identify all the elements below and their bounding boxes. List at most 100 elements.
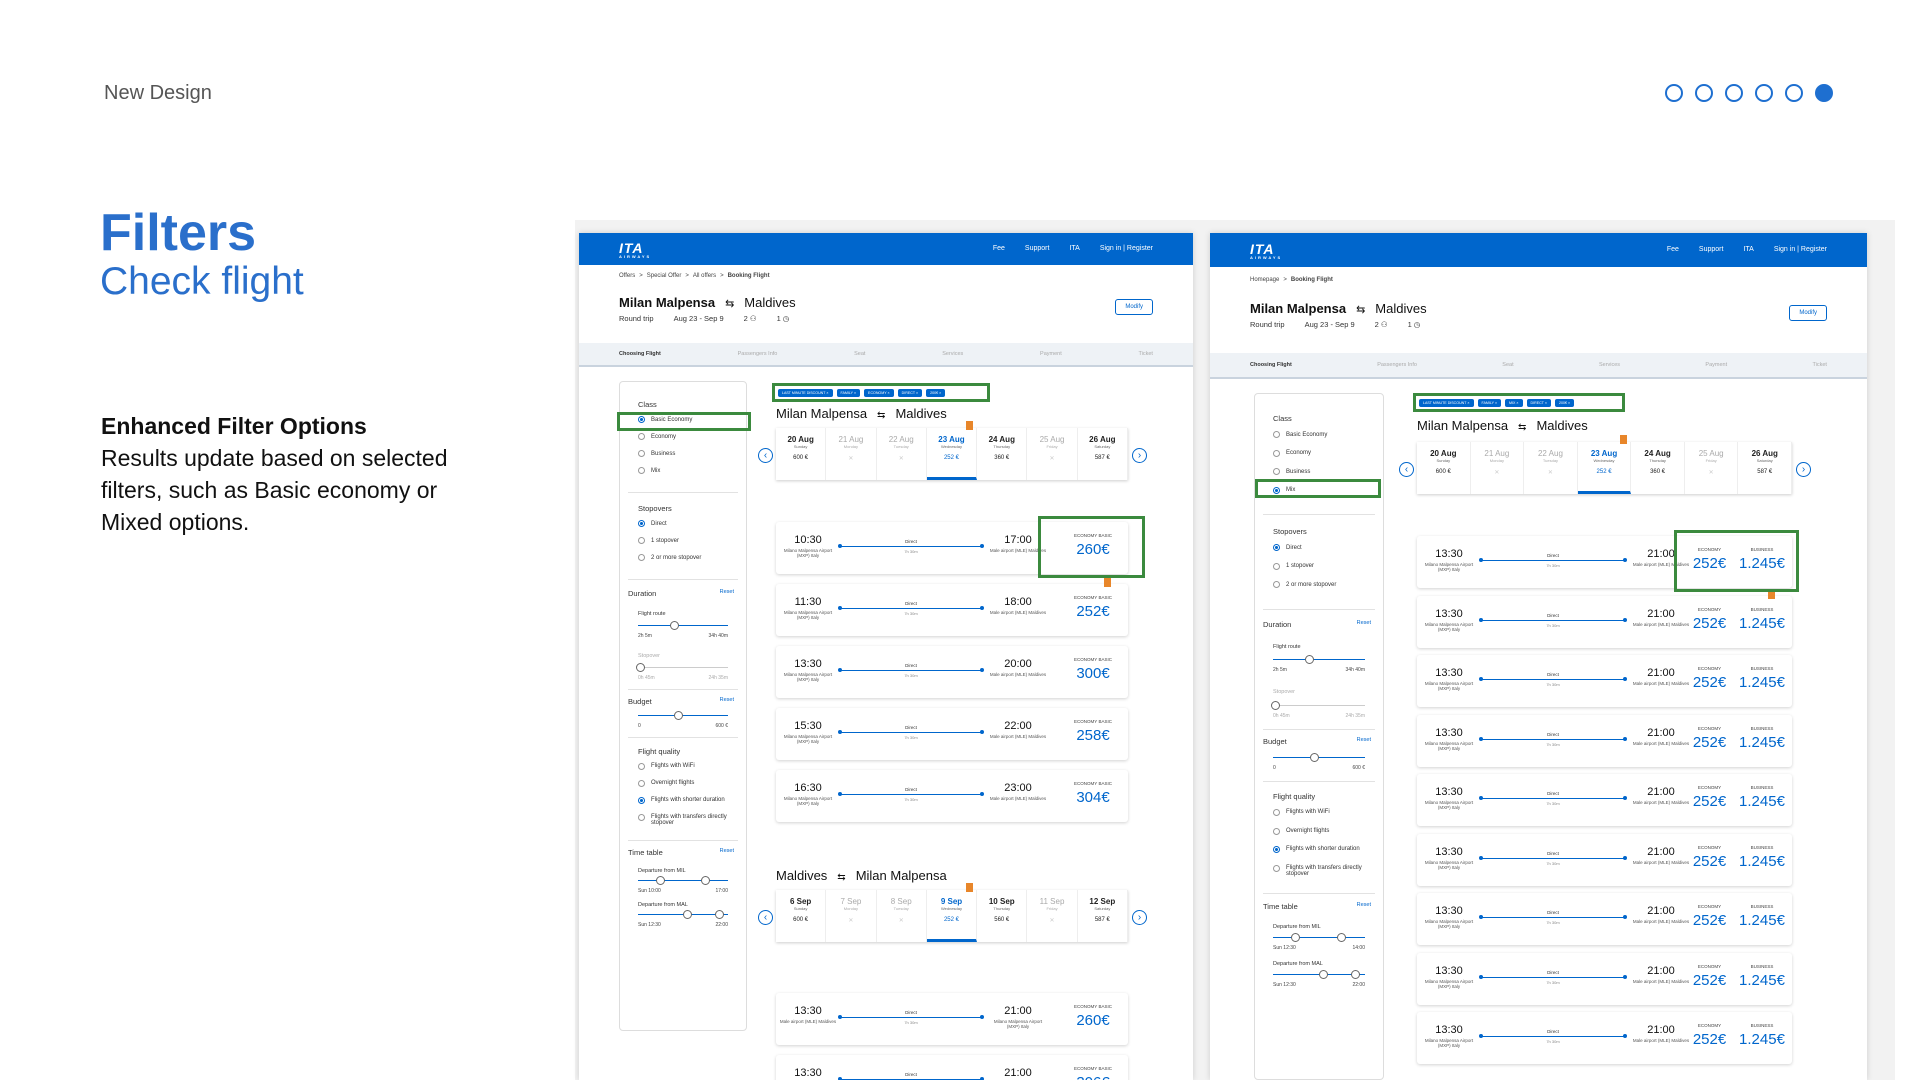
business-price[interactable]: 1.245€: [1732, 912, 1792, 929]
flight-card[interactable]: 13:30 Milano Malpensa Airport (MXP) Italy…: [776, 646, 1128, 698]
budget-reset[interactable]: Reset: [720, 697, 734, 703]
radio-icon[interactable]: [1273, 827, 1280, 835]
radio-icon[interactable]: [638, 780, 645, 787]
pagination-dot[interactable]: [1815, 84, 1833, 102]
radio-icon[interactable]: [638, 433, 645, 440]
class-option[interactable]: Basic Economy: [1273, 431, 1365, 439]
business-price[interactable]: 1.245€: [1732, 674, 1792, 691]
date-cell[interactable]: 7 Sep Monday ✕: [826, 890, 877, 942]
date-cell[interactable]: 23 Aug Wednesday 252 €: [1577, 435, 1632, 494]
radio-icon[interactable]: [638, 797, 645, 804]
flight-card[interactable]: 13:30 Milano Malpensa Airport (MXP) Italy…: [1417, 893, 1792, 945]
date-cell[interactable]: 26 Aug Saturday 587 €: [1078, 428, 1128, 480]
slider-handle[interactable]: [683, 910, 692, 919]
business-price[interactable]: 1.245€: [1732, 1031, 1792, 1048]
duration-reset[interactable]: Reset: [720, 589, 734, 595]
nav-link[interactable]: Fee: [1667, 246, 1679, 253]
slider-handle[interactable]: [1337, 932, 1347, 942]
stopover-option[interactable]: Direct: [1273, 544, 1365, 552]
nav-link[interactable]: Sign in | Register: [1774, 246, 1827, 253]
business-price[interactable]: 1.245€: [1732, 734, 1792, 751]
nav-link[interactable]: ITA: [1069, 245, 1079, 252]
fare-price[interactable]: 306€: [1063, 1074, 1123, 1080]
quality-option[interactable]: Flights with WiFi: [638, 763, 728, 770]
next-date-arrow[interactable]: ›: [1796, 462, 1811, 477]
date-cell[interactable]: 20 Aug Sunday 600 €: [1417, 442, 1471, 494]
economy-price[interactable]: 252€: [1682, 1031, 1737, 1048]
pagination-dots[interactable]: [1665, 84, 1833, 102]
time-table-reset[interactable]: Reset: [720, 848, 734, 854]
modify-button[interactable]: Modify: [1115, 299, 1153, 315]
class-option[interactable]: Economy: [1273, 449, 1365, 457]
stopover-option[interactable]: 2 or more stopover: [1273, 581, 1365, 589]
flight-card[interactable]: 13:30Male airport (MLE) MaldivesDirect7h…: [776, 993, 1128, 1045]
time-table-reset[interactable]: Reset: [1357, 902, 1371, 908]
nav-link[interactable]: Sign in | Register: [1100, 245, 1153, 252]
radio-icon[interactable]: [638, 520, 645, 527]
radio-icon[interactable]: [1273, 864, 1280, 872]
economy-price[interactable]: 252€: [1682, 912, 1737, 929]
class-option[interactable]: Economy: [638, 433, 728, 440]
flight-card[interactable]: 16:30 Milano Malpensa Airport (MXP) Italy…: [776, 770, 1128, 822]
date-cell[interactable]: 8 Sep Tuesday ✕: [877, 890, 927, 942]
radio-icon[interactable]: [1273, 449, 1280, 457]
flight-card[interactable]: 13:30 Milano Malpensa Airport (MXP) Italy…: [1417, 1012, 1792, 1064]
stopover-option[interactable]: 1 stopover: [1273, 562, 1365, 570]
economy-price[interactable]: 252€: [1682, 734, 1737, 751]
date-cell[interactable]: 24 Aug Thursday 360 €: [1631, 442, 1685, 494]
slider-handle[interactable]: [1309, 752, 1319, 762]
nav-link[interactable]: Fee: [993, 245, 1005, 252]
date-cell[interactable]: 26 Aug Saturday 587 €: [1738, 442, 1793, 494]
date-cell[interactable]: 9 Sep Wednesday 252 €: [926, 883, 978, 942]
flight-card[interactable]: 13:30Male airport (MLE) MaldivesDirect7h…: [776, 1055, 1128, 1080]
stopover-option[interactable]: 2 or more stopover: [638, 554, 728, 561]
departure-mil-slider[interactable]: [1273, 932, 1365, 942]
radio-icon[interactable]: [1273, 581, 1280, 589]
pagination-dot[interactable]: [1695, 84, 1713, 102]
duration-reset[interactable]: Reset: [1357, 620, 1371, 626]
slider-handle[interactable]: [1351, 969, 1361, 979]
radio-icon[interactable]: [1273, 431, 1280, 439]
fare-price[interactable]: 304€: [1063, 789, 1123, 806]
economy-price[interactable]: 252€: [1682, 793, 1737, 810]
date-cell[interactable]: 12 Sep Saturday 587 €: [1078, 890, 1128, 942]
date-cell[interactable]: 22 Aug Tuesday ✕: [877, 428, 927, 480]
date-cell[interactable]: 20 Aug Sunday 600 €: [776, 428, 827, 480]
pagination-dot[interactable]: [1785, 84, 1803, 102]
departure-mil-slider[interactable]: [638, 876, 728, 885]
fare-price[interactable]: 258€: [1063, 727, 1123, 744]
class-option[interactable]: Business: [638, 450, 728, 457]
date-cell[interactable]: 23 Aug Wednesday 252 €: [926, 421, 978, 480]
flight-card[interactable]: 11:30 Milano Malpensa Airport (MXP) Italy…: [776, 578, 1128, 636]
radio-icon[interactable]: [638, 554, 645, 561]
slider-handle[interactable]: [1305, 654, 1315, 664]
fare-price[interactable]: 300€: [1063, 665, 1123, 682]
slider-handle[interactable]: [1271, 700, 1280, 710]
fare-price[interactable]: 260€: [1063, 1012, 1123, 1029]
slider-handle[interactable]: [701, 876, 710, 885]
radio-icon[interactable]: [638, 450, 645, 457]
budget-slider[interactable]: [1273, 752, 1365, 762]
slider-handle[interactable]: [1291, 932, 1301, 942]
prev-date-arrow[interactable]: ‹: [1399, 462, 1414, 477]
slider-handle[interactable]: [669, 621, 679, 630]
quality-option[interactable]: Flights with shorter duration: [638, 797, 728, 804]
radio-icon[interactable]: [638, 537, 645, 544]
date-cell[interactable]: 25 Aug Friday ✕: [1027, 428, 1078, 480]
economy-price[interactable]: 252€: [1682, 674, 1737, 691]
class-option[interactable]: Mix: [638, 467, 728, 474]
flight-card[interactable]: 13:30 Milano Malpensa Airport (MXP) Italy…: [1417, 833, 1792, 886]
business-price[interactable]: 1.245€: [1732, 793, 1792, 810]
pagination-dot[interactable]: [1725, 84, 1743, 102]
business-price[interactable]: 1.245€: [1732, 853, 1792, 870]
budget-slider[interactable]: [638, 711, 728, 720]
breadcrumb-item[interactable]: Booking Flight: [728, 273, 770, 279]
flight-card[interactable]: 13:30 Milano Malpensa Airport (MXP) Italy…: [1417, 952, 1792, 1005]
pagination-dot[interactable]: [1665, 84, 1683, 102]
date-cell[interactable]: 21 Aug Monday ✕: [826, 428, 877, 480]
pagination-dot[interactable]: [1755, 84, 1773, 102]
budget-reset[interactable]: Reset: [1357, 737, 1371, 743]
stopover-slider[interactable]: [1271, 700, 1365, 710]
radio-icon[interactable]: [638, 814, 645, 821]
quality-option[interactable]: Flights with shorter duration: [1273, 846, 1365, 854]
